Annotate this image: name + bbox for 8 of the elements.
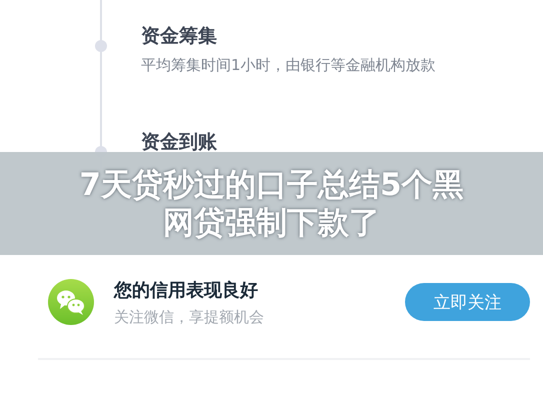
card-title: 您的信用表现良好 xyxy=(114,278,258,302)
follow-button[interactable]: 立即关注 xyxy=(405,283,530,321)
banner-title: 7天贷秒过的口子总结5个黑网贷强制下款了 xyxy=(78,166,465,242)
step-title: 资金筹集 xyxy=(141,24,217,49)
step-title: 资金到账 xyxy=(141,130,217,155)
chat-bubbles-icon xyxy=(48,279,94,325)
step-description: 平均筹集时间1小时，由银行等金融机构放款 xyxy=(141,55,436,76)
card-subtitle: 关注微信，享提额机会 xyxy=(114,308,264,326)
